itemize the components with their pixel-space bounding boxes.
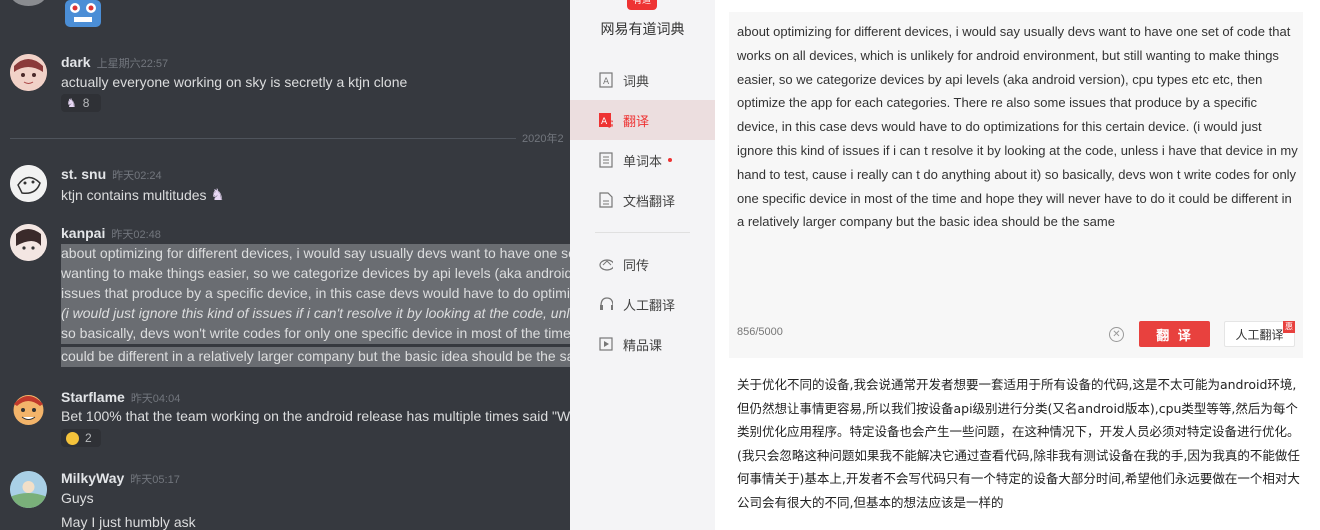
nav-wordbook[interactable]: 单词本 xyxy=(570,140,715,180)
discord-chat-panel: dark 上星期六22:57 actually everyone working … xyxy=(0,0,570,530)
message-text: ktjn contains multitudes ♞ xyxy=(61,187,225,204)
timestamp: 昨天02:24 xyxy=(112,170,162,182)
nav-label: 人工翻译 xyxy=(623,298,676,314)
nav-label: 词典 xyxy=(623,74,650,90)
timestamp: 昨天05:17 xyxy=(130,474,180,486)
nav-label: 翻译 xyxy=(623,114,650,130)
message-line: issues that produce by a specific device… xyxy=(61,284,570,304)
human-translate-label: 人工翻译 xyxy=(1235,327,1284,342)
robot-emoji-icon xyxy=(61,0,105,30)
youdao-dictionary-window: 有道 网易有道词典 A 词典 A文 翻译 单词本 文档翻译 同传 人工翻译 精品… xyxy=(570,0,1320,530)
username[interactable]: dark 上星期六22:57 xyxy=(61,54,168,71)
message-text: Bet 100% that the team working on the an… xyxy=(61,408,570,424)
nav-divider xyxy=(595,232,690,233)
timestamp: 上星期六22:57 xyxy=(96,58,169,70)
translation-result: 关于优化不同的设备,我会说通常开发者想要一套适用于所有设备的代码,这是不太可能为… xyxy=(737,377,1300,510)
dictionary-icon: A xyxy=(599,72,613,88)
app-title: 网易有道词典 xyxy=(600,22,685,38)
avatar[interactable] xyxy=(10,224,47,261)
reaction-count: 8 xyxy=(82,96,90,110)
notification-dot xyxy=(668,158,673,162)
nav-document-translate[interactable]: 文档翻译 xyxy=(570,180,715,220)
username[interactable]: Starflame 昨天04:04 xyxy=(61,389,180,406)
clear-icon[interactable]: ✕ xyxy=(1109,327,1124,342)
message-text: May I just humbly ask xyxy=(61,514,196,530)
message-line: so basically, devs won't write codes for… xyxy=(61,324,570,344)
partial-avatar[interactable] xyxy=(10,0,47,6)
nav-human-translation[interactable]: 人工翻译 xyxy=(570,284,715,324)
source-text[interactable]: about optimizing for different devices, … xyxy=(737,20,1299,234)
youdao-logo: 有道 xyxy=(627,0,657,10)
course-icon xyxy=(599,336,613,352)
document-translate-icon xyxy=(599,192,613,208)
message-line: about optimizing for different devices, … xyxy=(61,244,570,264)
simultaneous-interpretation-icon xyxy=(599,256,613,272)
source-text-area[interactable]: about optimizing for different devices, … xyxy=(729,12,1303,358)
nav-simultaneous[interactable]: 同传 xyxy=(570,244,715,284)
nav-translate[interactable]: A文 翻译 xyxy=(570,100,715,140)
reaction[interactable]: ♞ 8 xyxy=(61,94,101,112)
nav-course[interactable]: 精品课 xyxy=(570,324,715,364)
nav-label: 单词本 xyxy=(623,154,663,170)
username[interactable]: kanpai 昨天02:48 xyxy=(61,225,161,242)
nav-dictionary[interactable]: A 词典 xyxy=(570,60,715,100)
username[interactable]: MilkyWay 昨天05:17 xyxy=(61,470,180,487)
nav-label: 文档翻译 xyxy=(623,194,676,210)
svg-text:A: A xyxy=(601,117,608,127)
reaction-count: 2 xyxy=(85,431,92,445)
translate-button[interactable]: 翻 译 xyxy=(1139,321,1210,347)
discount-badge: 惠 xyxy=(1283,321,1295,333)
wordbook-icon xyxy=(599,152,613,168)
unicorn-emoji-icon: ♞ xyxy=(66,96,77,110)
message-line: (i would just ignore this kind of issues… xyxy=(61,304,570,324)
svg-text:文: 文 xyxy=(608,119,613,128)
avatar[interactable] xyxy=(10,165,47,202)
avatar[interactable] xyxy=(10,390,47,427)
svg-text:A: A xyxy=(603,77,610,87)
avatar[interactable] xyxy=(10,54,47,91)
human-translate-button[interactable]: 人工翻译 惠 xyxy=(1224,321,1295,347)
message-line: wanting to make things easier, so we cat… xyxy=(61,264,570,284)
unicorn-emoji-icon: ♞ xyxy=(210,187,225,204)
date-divider xyxy=(10,138,570,139)
message-text: Guys xyxy=(61,490,94,506)
message-line: could be different in a relatively large… xyxy=(61,347,570,367)
youdao-sidebar: 有道 网易有道词典 A 词典 A文 翻译 单词本 文档翻译 同传 人工翻译 精品… xyxy=(570,0,715,530)
message-text: actually everyone working on sky is secr… xyxy=(61,74,408,90)
human-translation-icon xyxy=(599,296,613,312)
translate-panel: about optimizing for different devices, … xyxy=(715,0,1320,530)
translate-icon: A文 xyxy=(599,112,613,128)
reaction[interactable]: 2 xyxy=(61,429,101,447)
timestamp: 昨天04:04 xyxy=(130,393,181,405)
nav-label: 同传 xyxy=(623,258,650,274)
char-count: 856/5000 xyxy=(737,326,783,338)
grin-emoji-icon xyxy=(66,431,79,445)
nav-label: 精品课 xyxy=(623,338,663,354)
username[interactable]: st. snu 昨天02:24 xyxy=(61,166,162,183)
date-divider-label: 2020年2 xyxy=(516,130,570,146)
avatar[interactable] xyxy=(10,471,47,508)
timestamp: 昨天02:48 xyxy=(111,229,161,241)
